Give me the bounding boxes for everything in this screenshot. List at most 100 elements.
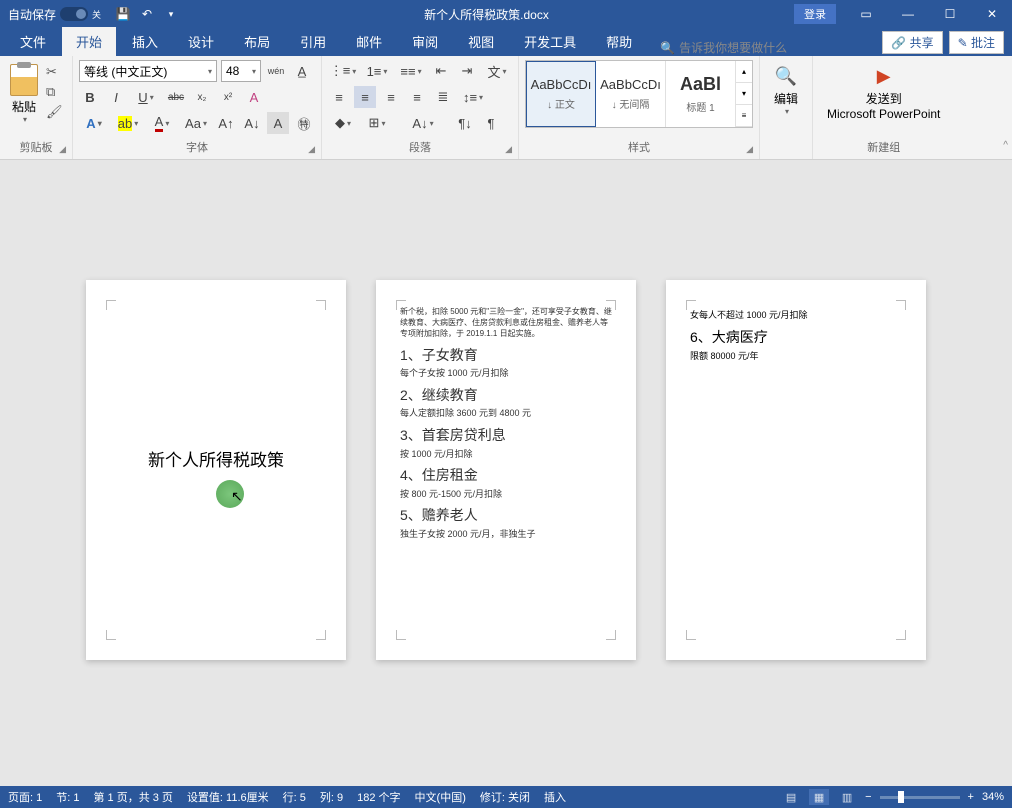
font-name-select[interactable]: 等线 (中文正文)▾ [79, 60, 217, 82]
style-normal[interactable]: AaBbCcDı ↓ 正文 [526, 61, 596, 127]
phonetic-guide-button[interactable]: wén [265, 60, 287, 82]
numbering-button[interactable]: 1≡▾ [362, 60, 392, 82]
status-insert-mode[interactable]: 插入 [544, 789, 566, 805]
distribute-button[interactable]: ≣ [432, 86, 454, 108]
chevron-down-icon[interactable]: ▾ [23, 115, 27, 124]
page3-h1[interactable]: 6、大病医疗 [690, 327, 902, 347]
login-button[interactable]: 登录 [794, 4, 836, 24]
increase-indent-button[interactable]: ⇥ [456, 60, 478, 82]
chevron-down-icon[interactable]: ▾ [785, 107, 789, 116]
decrease-indent-button[interactable]: ⇤ [430, 60, 452, 82]
tab-home[interactable]: 开始 [62, 27, 116, 56]
tab-review[interactable]: 审阅 [398, 27, 452, 56]
line-spacing-button[interactable]: ↕≡▾ [458, 86, 488, 108]
status-words[interactable]: 182 个字 [357, 789, 400, 805]
view-read-icon[interactable]: ▤ [781, 789, 801, 805]
document-canvas[interactable]: 新个人所得税政策 ↖ 新个税，扣除 5000 元和"三险一金"，还可享受子女教育… [0, 160, 1012, 786]
shrink-font-button[interactable]: A↓ [241, 112, 263, 134]
autosave-toggle[interactable]: 自动保存 关 [8, 6, 101, 23]
collapse-ribbon-icon[interactable]: ^ [1003, 140, 1008, 151]
underline-button[interactable]: U▾ [131, 86, 161, 108]
send-to-powerpoint-button[interactable]: ▶ 发送到Microsoft PowerPoint [819, 60, 948, 125]
font-launcher[interactable]: ◢ [308, 144, 315, 155]
page2-p1[interactable]: 每个子女按 1000 元/月扣除 [400, 367, 612, 380]
align-right-button[interactable]: ≡ [380, 86, 402, 108]
status-language[interactable]: 中文(中国) [415, 789, 466, 805]
styles-expand[interactable]: ≡ [736, 105, 752, 127]
status-track-changes[interactable]: 修订: 关闭 [480, 789, 530, 805]
status-section[interactable]: 节: 1 [56, 789, 79, 805]
page1-title[interactable]: 新个人所得税政策 [110, 446, 322, 471]
page2-intro[interactable]: 新个税，扣除 5000 元和"三险一金"，还可享受子女教育、继续教育、大病医疗、… [400, 306, 612, 340]
tab-view[interactable]: 视图 [454, 27, 508, 56]
show-marks-button[interactable]: ¶↓ [454, 112, 476, 134]
tab-design[interactable]: 设计 [174, 27, 228, 56]
close-icon[interactable]: ✕ [972, 0, 1012, 28]
bullets-button[interactable]: ⋮≡▾ [328, 60, 358, 82]
styles-gallery[interactable]: AaBbCcDı ↓ 正文 AaBbCcDı ↓ 无间隔 AaBl 标题 1 ▴… [525, 60, 753, 128]
italic-button[interactable]: I [105, 86, 127, 108]
superscript-button[interactable]: x² [217, 86, 239, 108]
zoom-out-button[interactable]: − [865, 791, 871, 803]
tab-insert[interactable]: 插入 [118, 27, 172, 56]
zoom-in-button[interactable]: + [968, 791, 974, 803]
align-left-button[interactable]: ≡ [328, 86, 350, 108]
paste-button[interactable]: 粘贴 ▾ [6, 60, 42, 128]
paragraph-launcher[interactable]: ◢ [505, 144, 512, 155]
page2-h3[interactable]: 3、首套房贷利息 [400, 426, 612, 446]
page2-p4[interactable]: 按 800 元-1500 元/月扣除 [400, 488, 612, 501]
justify-button[interactable]: ≡ [406, 86, 428, 108]
char-shading-button[interactable]: A [267, 112, 289, 134]
status-position[interactable]: 设置值: 11.6厘米 [187, 789, 269, 805]
view-web-icon[interactable]: ▥ [837, 789, 857, 805]
page2-h5[interactable]: 5、赡养老人 [400, 506, 612, 526]
qat-customize-icon[interactable]: ▾ [163, 6, 179, 22]
page2-h4[interactable]: 4、住房租金 [400, 466, 612, 486]
tab-mail[interactable]: 邮件 [342, 27, 396, 56]
grow-font-button[interactable]: A↑ [215, 112, 237, 134]
subscript-button[interactable]: x₂ [191, 86, 213, 108]
page2-p5[interactable]: 独生子女按 2000 元/月，非独生子 [400, 528, 612, 541]
find-button[interactable]: 🔍 编辑 ▾ [766, 60, 806, 120]
char-border-button[interactable]: A̲ [291, 60, 313, 82]
undo-icon[interactable]: ↶ [139, 6, 155, 22]
tell-me-search[interactable]: 🔍 告诉我你想要做什么 [660, 39, 787, 56]
multilevel-button[interactable]: ≡≡▾ [396, 60, 426, 82]
clipboard-launcher[interactable]: ◢ [59, 144, 66, 155]
style-heading1[interactable]: AaBl 标题 1 [666, 61, 736, 127]
format-painter-icon[interactable]: 🖌 [46, 104, 62, 120]
change-case-button[interactable]: Aa▾ [181, 112, 211, 134]
enclose-char-button[interactable]: ㊕ [293, 112, 315, 134]
copy-icon[interactable]: ⧉ [46, 84, 62, 100]
minimize-icon[interactable]: — [888, 0, 928, 28]
save-icon[interactable]: 💾 [115, 6, 131, 22]
zoom-slider[interactable] [880, 796, 960, 799]
page-2[interactable]: 新个税，扣除 5000 元和"三险一金"，还可享受子女教育、继续教育、大病医疗、… [376, 280, 636, 660]
page-3[interactable]: 女每人不超过 1000 元/月扣除 6、大病医疗 限额 80000 元/年 [666, 280, 926, 660]
borders-button[interactable]: ⊞▾ [362, 112, 392, 134]
page2-p3[interactable]: 按 1000 元/月扣除 [400, 448, 612, 461]
shading-button[interactable]: ◆▾ [328, 112, 358, 134]
text-effects-button[interactable]: A▾ [79, 112, 109, 134]
view-print-icon[interactable]: ▦ [809, 789, 829, 805]
tab-references[interactable]: 引用 [286, 27, 340, 56]
maximize-icon[interactable]: ☐ [930, 0, 970, 28]
asian-layout-button[interactable]: 文▾ [482, 60, 512, 82]
bold-button[interactable]: B [79, 86, 101, 108]
page2-p2[interactable]: 每人定额扣除 3600 元到 4800 元 [400, 407, 612, 420]
status-line[interactable]: 行: 5 [283, 789, 306, 805]
page2-h2[interactable]: 2、继续教育 [400, 386, 612, 406]
tab-layout[interactable]: 布局 [230, 27, 284, 56]
zoom-level[interactable]: 34% [982, 791, 1004, 803]
style-nospacing[interactable]: AaBbCcDı ↓ 无间隔 [596, 61, 666, 127]
tab-help[interactable]: 帮助 [592, 27, 646, 56]
strikethrough-button[interactable]: abc [165, 86, 187, 108]
status-page[interactable]: 页面: 1 [8, 789, 42, 805]
paragraph-marks-button[interactable]: ¶ [480, 112, 502, 134]
comments-button[interactable]: ✎ 批注 [949, 31, 1004, 54]
page3-p0[interactable]: 女每人不超过 1000 元/月扣除 [690, 308, 902, 321]
styles-scroll-down[interactable]: ▾ [736, 83, 752, 105]
font-size-select[interactable]: 48▾ [221, 60, 261, 82]
page2-h1[interactable]: 1、子女教育 [400, 346, 612, 366]
styles-launcher[interactable]: ◢ [746, 144, 753, 155]
